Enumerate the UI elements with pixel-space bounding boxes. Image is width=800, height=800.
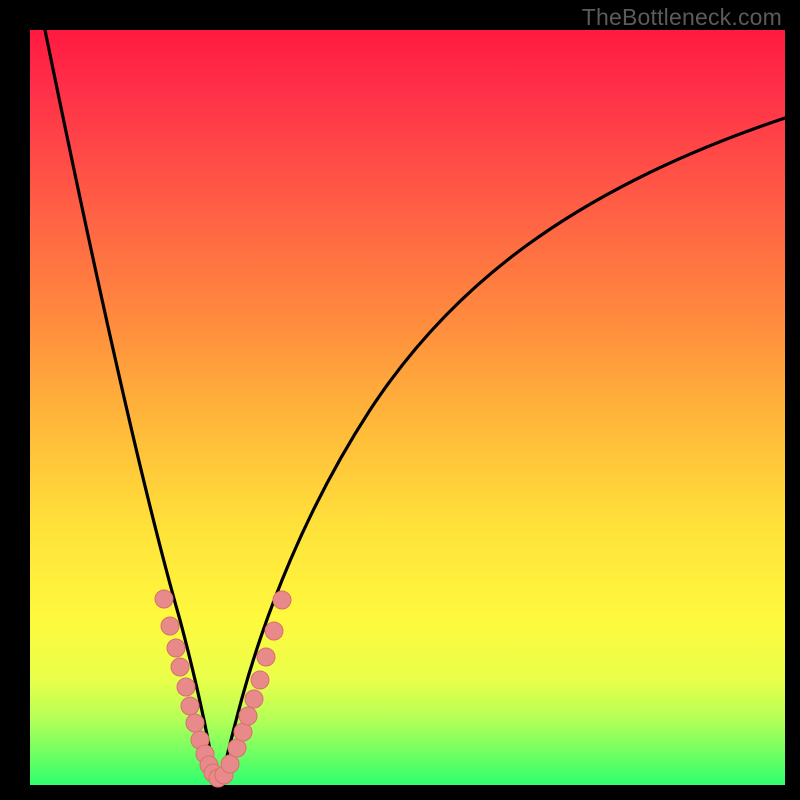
chart-frame: TheBottleneck.com [0, 0, 800, 800]
curve-right-branch [221, 118, 785, 782]
curve-left-branch [45, 30, 215, 782]
watermark-text: TheBottleneck.com [582, 4, 782, 31]
marker-cluster [155, 590, 291, 787]
chart-svg [30, 30, 785, 785]
plot-area [30, 30, 785, 785]
